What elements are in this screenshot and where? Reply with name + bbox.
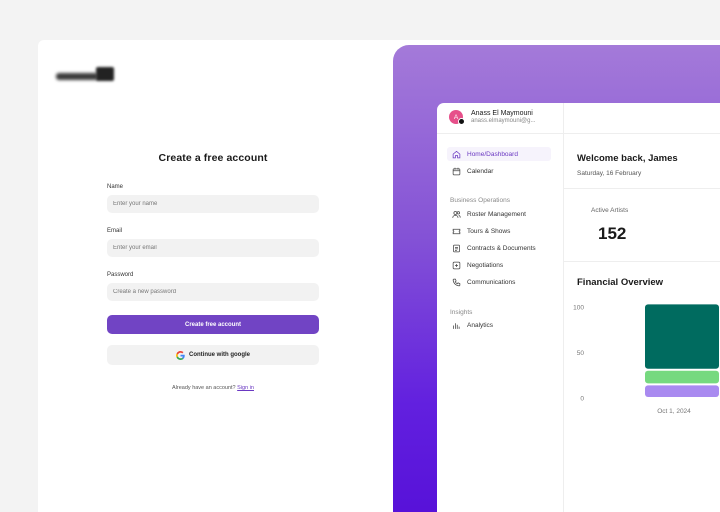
y-tick-label-50: 50 [577,350,585,357]
dashboard-main: Welcome back, James Saturday, 16 Februar… [564,103,720,512]
signup-form: Create a free account Name Email Passwor… [107,152,319,391]
dashboard-window: A Anass El Maymouni anass.elmaymouni@g..… [437,103,720,512]
ticket-icon [452,228,461,234]
bar-segment-0[interactable] [645,385,719,397]
email-label: Email [107,228,123,234]
bar-segment-2[interactable] [645,304,719,369]
password-label: Password [107,272,134,278]
signin-link[interactable]: Sign in [237,385,254,391]
signin-prompt: Already have an account? [172,385,236,391]
financial-chart: 050100150200Oct 1, 2024 [564,214,720,512]
bar-segment-1[interactable] [645,370,719,384]
avatar-status-icon [458,118,465,125]
create-account-button[interactable]: Create free account [107,315,319,334]
section-business-operations: Business Operations [450,197,510,204]
google-button-label: Continue with google [189,352,250,358]
sidebar-item-analytics[interactable]: Analytics [447,318,551,332]
sidebar: A Anass El Maymouni anass.elmaymouni@g..… [437,103,564,512]
financial-overview-title: Financial Overview [577,277,664,288]
dashboard-preview: A Anass El Maymouni anass.elmaymouni@g..… [393,45,720,512]
sidebar-item-roster[interactable]: Roster Management [447,207,551,221]
sidebar-item-calendar[interactable]: Calendar [447,164,551,178]
user-profile[interactable]: A Anass El Maymouni anass.elmaymouni@g..… [449,110,536,125]
x-tick-label-0: Oct 1, 2024 [657,408,691,415]
name-input[interactable] [107,195,319,213]
document-icon [453,244,460,252]
sidebar-item-home[interactable]: Home/Dashboard [447,147,551,161]
user-email: anass.elmaymouni@g... [471,118,536,124]
bar-chart-icon [453,322,460,329]
logo [56,67,116,83]
financial-chart-svg: 050100150200Oct 1, 2024 [573,214,719,415]
y-tick-label-100: 100 [573,305,584,312]
google-icon [176,350,185,360]
sidebar-item-communications[interactable]: Communications [447,275,551,289]
user-name: Anass El Maymouni [471,110,533,117]
negotiation-icon [452,261,461,269]
calendar-icon [452,167,461,175]
google-signin-button[interactable]: Continue with google [107,345,319,365]
password-input[interactable] [107,283,319,301]
email-input[interactable] [107,239,319,257]
phone-icon [452,278,461,286]
sidebar-item-contracts[interactable]: Contracts & Documents [447,241,551,255]
welcome-heading: Welcome back, James [577,153,678,164]
form-title: Create a free account [158,152,268,164]
avatar: A [449,110,465,125]
signin-line: Already have an account? Sign in [107,385,319,391]
current-date: Saturday, 16 February [577,170,642,177]
section-insights: Insights [450,309,473,316]
users-icon [452,210,461,218]
sidebar-item-tours[interactable]: Tours & Shows [447,224,551,238]
active-artists-label: Active Artists [591,207,629,214]
home-icon [452,150,461,158]
y-tick-label-0: 0 [580,396,584,403]
active-artists-value: 152 [598,224,627,243]
sidebar-item-negotiations[interactable]: Negotiations [447,258,551,272]
name-label: Name [107,184,124,190]
